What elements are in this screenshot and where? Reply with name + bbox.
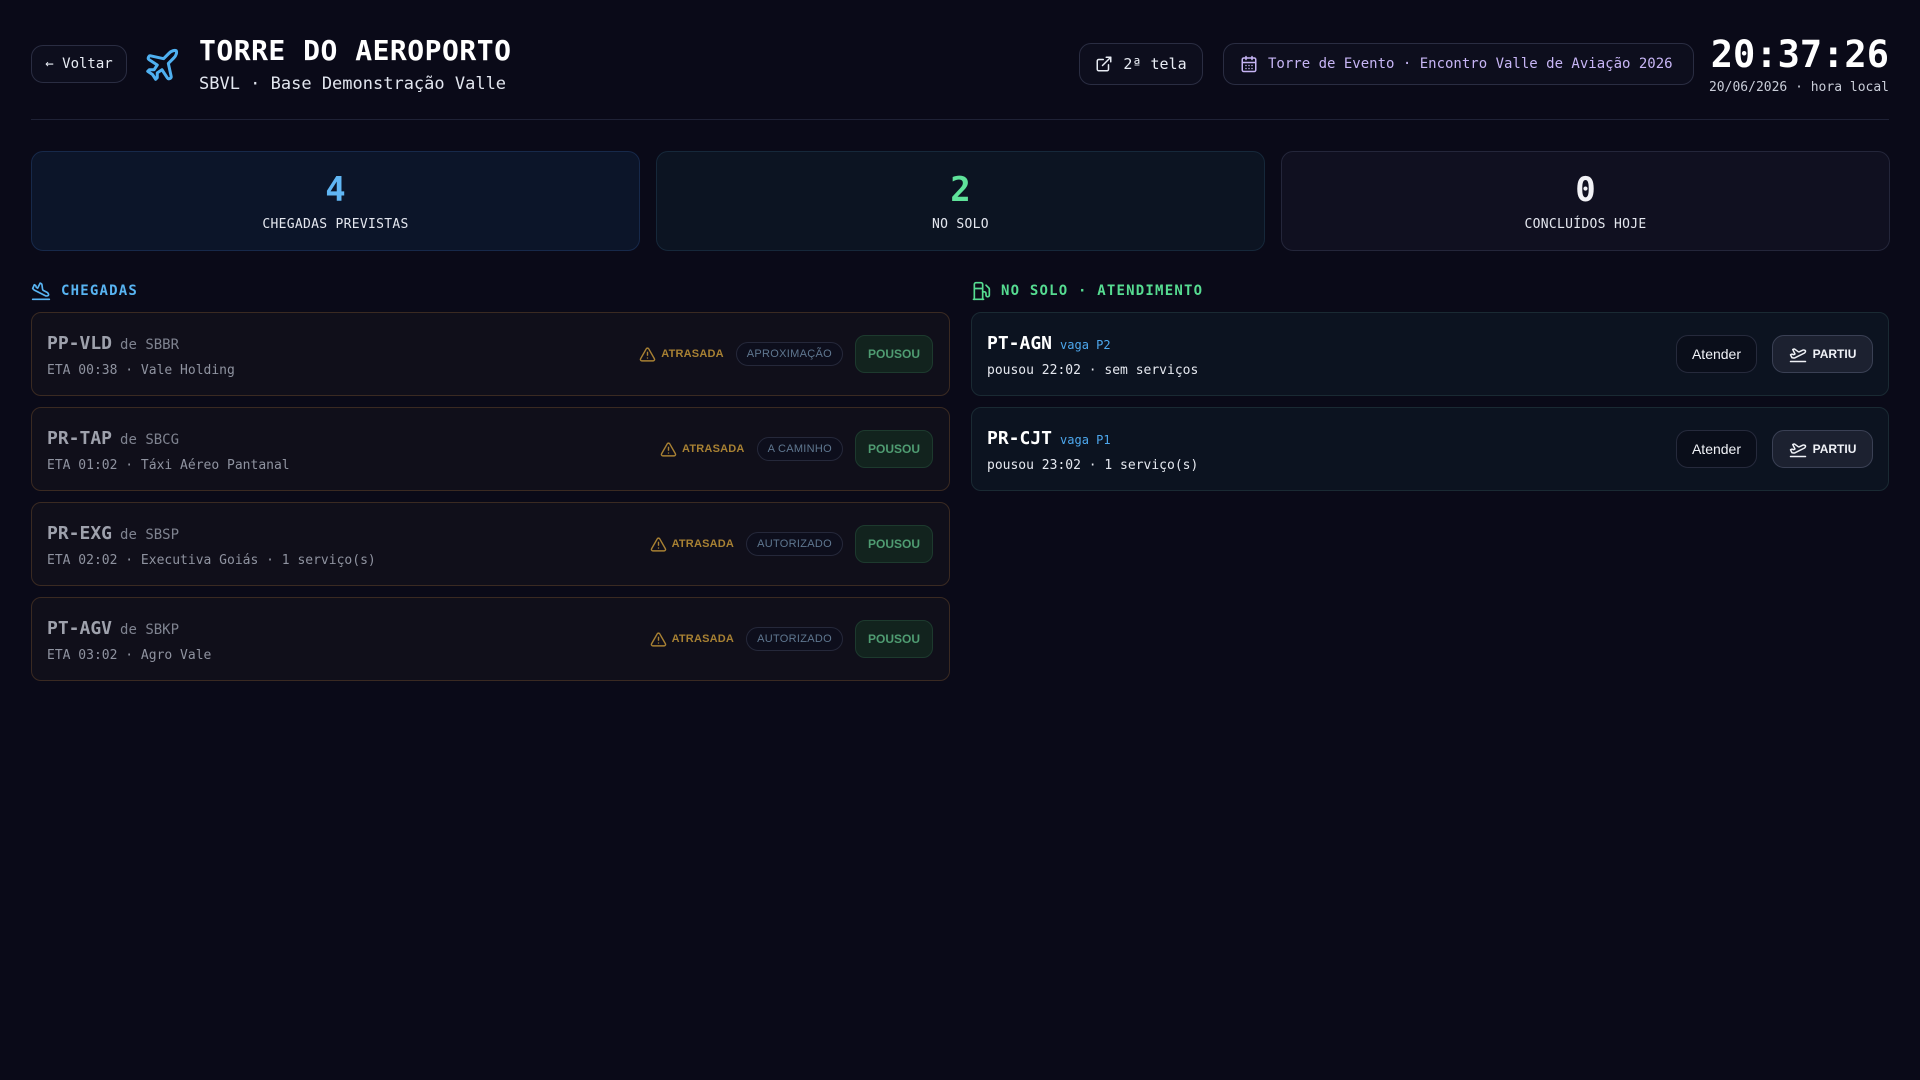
ground-actions: Atender PARTIU [1676, 335, 1873, 373]
ground-section-title: NO SOLO · ATENDIMENTO [971, 281, 1203, 301]
airport-tower-page: ← Voltar TORRE DO AEROPORTO SBVL · Base … [0, 0, 1920, 1080]
landed-button[interactable]: POUSOU [855, 620, 933, 658]
serve-button[interactable]: Atender [1676, 335, 1757, 373]
back-label: ← Voltar [45, 56, 113, 72]
ground-registration: PR-CJT vaga P1 [987, 428, 1111, 449]
departed-button[interactable]: PARTIU [1772, 335, 1873, 373]
arrival-meta: ETA 00:38 · Vale Holding [47, 363, 235, 378]
late-status: ATRASADA [650, 631, 735, 648]
arrival-meta: ETA 03:02 · Agro Vale [47, 648, 212, 663]
arrival-actions: ATRASADA APROXIMAÇÃO POUSOU [639, 335, 933, 373]
ground-meta: pousou 22:02 · sem serviços [987, 363, 1199, 378]
stat-label: CONCLUÍDOS HOJE [1524, 216, 1647, 232]
stat-label: CHEGADAS PREVISTAS [262, 216, 409, 232]
late-label: ATRASADA [671, 538, 735, 550]
phase-badge: AUTORIZADO [746, 627, 843, 651]
landed-button[interactable]: POUSOU [855, 335, 933, 373]
top-header: ← Voltar TORRE DO AEROPORTO SBVL · Base … [31, 28, 1889, 120]
arrival-card[interactable]: PP-VLD de SBBR ETA 00:38 · Vale Holding A… [31, 312, 950, 396]
stat-value: 2 [950, 169, 971, 210]
parking-spot: vaga P2 [1060, 338, 1111, 352]
landed-button[interactable]: POUSOU [855, 430, 933, 468]
arrival-actions: ATRASADA A CAMINHO POUSOU [660, 430, 933, 468]
registration-text: PT-AGV [47, 618, 113, 639]
registration-text: PT-AGN [987, 333, 1053, 354]
departed-label: PARTIU [1812, 442, 1857, 456]
event-label: Torre de Evento · Encontro Valle de Avia… [1268, 56, 1673, 72]
departed-button[interactable]: PARTIU [1772, 430, 1873, 468]
arrivals-title-text: CHEGADAS [61, 283, 139, 299]
plane-takeoff-icon [1789, 443, 1806, 458]
warning-triangle-icon [660, 441, 677, 457]
clock: 20:37:26 [1710, 33, 1889, 76]
stat-value: 4 [325, 169, 346, 210]
second-screen-label: 2ª tela [1123, 55, 1187, 73]
arrival-actions: ATRASADA AUTORIZADO POUSOU [650, 620, 933, 658]
ground-actions: Atender PARTIU [1676, 430, 1873, 468]
stat-expected-arrivals: 4 CHEGADAS PREVISTAS [31, 151, 640, 251]
arrival-meta: ETA 01:02 · Táxi Aéreo Pantanal [47, 458, 290, 473]
late-status: ATRASADA [660, 441, 745, 458]
stat-label: NO SOLO [932, 216, 989, 232]
ground-card[interactable]: PT-AGN vaga P2 pousou 22:02 · sem serviço… [971, 312, 1889, 396]
arrival-registration: PT-AGV de SBKP [47, 618, 179, 639]
warning-triangle-icon [650, 631, 666, 647]
stat-completed-today: 0 CONCLUÍDOS HOJE [1281, 151, 1890, 251]
arrival-origin: de SBKP [120, 622, 180, 638]
arrival-origin: de SBBR [120, 337, 180, 353]
registration-text: PR-TAP [47, 428, 113, 449]
arrivals-section-title: CHEGADAS [31, 281, 138, 301]
late-status: ATRASADA [639, 346, 724, 363]
date-line: 20/06/2026 · hora local [1708, 80, 1889, 95]
plane-takeoff-icon [1789, 348, 1806, 363]
parking-spot: vaga P1 [1060, 433, 1111, 447]
arrival-card[interactable]: PR-EXG de SBSP ETA 02:02 · Executiva Goiá… [31, 502, 950, 586]
arrival-card[interactable]: PT-AGV de SBKP ETA 03:02 · Agro Vale ATRA… [31, 597, 950, 681]
ground-title-text: NO SOLO · ATENDIMENTO [1001, 283, 1204, 299]
late-status: ATRASADA [650, 536, 735, 553]
arrival-registration: PP-VLD de SBBR [47, 333, 179, 354]
arrival-meta: ETA 02:02 · Executiva Goiás · 1 serviço(… [47, 553, 376, 568]
arrival-card[interactable]: PR-TAP de SBCG ETA 01:02 · Táxi Aéreo Pan… [31, 407, 950, 491]
stat-value: 0 [1575, 169, 1596, 210]
registration-text: PP-VLD [47, 333, 113, 354]
arrival-registration: PR-TAP de SBCG [47, 428, 179, 449]
phase-badge: APROXIMAÇÃO [735, 342, 843, 366]
phase-badge: AUTORIZADO [746, 532, 843, 556]
second-screen-button[interactable]: 2ª tela [1079, 43, 1203, 85]
stat-on-ground: 2 NO SOLO [656, 151, 1265, 251]
serve-button[interactable]: Atender [1676, 430, 1757, 468]
plane-landing-icon [31, 281, 51, 301]
arrival-origin: de SBCG [120, 432, 180, 448]
back-button[interactable]: ← Voltar [31, 45, 127, 83]
airplane-icon [143, 46, 181, 84]
event-selector[interactable]: Torre de Evento · Encontro Valle de Avia… [1223, 43, 1694, 85]
arrival-origin: de SBSP [120, 527, 180, 543]
registration-text: PR-CJT [987, 428, 1053, 449]
late-label: ATRASADA [661, 348, 724, 360]
fuel-pump-icon [971, 281, 991, 301]
warning-triangle-icon [639, 346, 656, 362]
page-title: TORRE DO AEROPORTO [199, 34, 512, 67]
arrival-actions: ATRASADA AUTORIZADO POUSOU [650, 525, 933, 563]
external-link-icon [1095, 55, 1113, 73]
phase-badge: A CAMINHO [756, 437, 843, 461]
ground-meta: pousou 23:02 · 1 serviço(s) [987, 458, 1199, 473]
ground-card[interactable]: PR-CJT vaga P1 pousou 23:02 · 1 serviço(s… [971, 407, 1889, 491]
warning-triangle-icon [650, 536, 666, 552]
landed-button[interactable]: POUSOU [855, 525, 933, 563]
arrival-registration: PR-EXG de SBSP [47, 523, 179, 544]
departed-label: PARTIU [1812, 347, 1857, 361]
registration-text: PR-EXG [47, 523, 113, 544]
page-subtitle: SBVL · Base Demonstração Valle [199, 74, 507, 94]
late-label: ATRASADA [671, 633, 735, 645]
ground-registration: PT-AGN vaga P2 [987, 333, 1111, 354]
calendar-icon [1240, 55, 1258, 73]
late-label: ATRASADA [682, 443, 745, 455]
